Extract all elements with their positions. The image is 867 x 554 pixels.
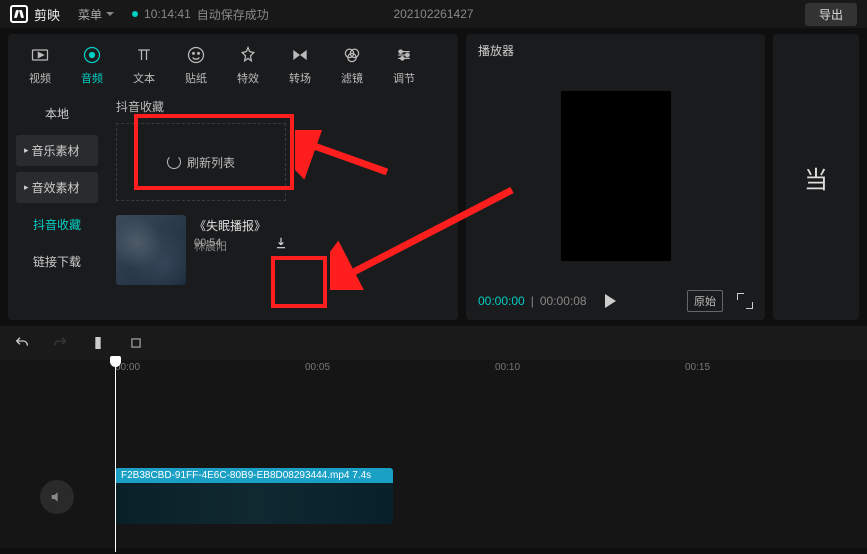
aspect-ratio-button[interactable]: 原始 (687, 290, 723, 312)
timeline-panel: 00:00 00:05 00:10 00:15 F2B38CBD-91FF-4E… (0, 326, 867, 548)
sidebar-item-label: 音效素材 (32, 179, 80, 196)
sidebar-item-sfx[interactable]: ▸音效素材 (16, 172, 98, 203)
section-title: 抖音收藏 (116, 98, 448, 115)
autosave-status: 10:14:41 自动保存成功 (132, 6, 269, 23)
time-sep: | (531, 294, 534, 308)
text-icon (133, 44, 155, 66)
media-tab-row: 视频 音频 文本 贴纸 特效 转场 滤镜 调节 (8, 34, 458, 92)
tab-label: 转场 (289, 70, 311, 86)
effect-icon (237, 44, 259, 66)
ruler-tick: 00:10 (495, 362, 520, 373)
undo-button[interactable] (12, 333, 32, 353)
tab-transition[interactable]: 转场 (276, 40, 324, 90)
sticker-icon (185, 44, 207, 66)
fullscreen-button[interactable] (737, 293, 753, 309)
filter-icon (341, 44, 363, 66)
player-panel: 播放器 00:00:00 | 00:00:08 原始 (466, 34, 765, 320)
content-area: 抖音收藏 刷新列表 《失眠播报》 林晨阳 00:54 (106, 92, 458, 320)
download-button[interactable] (270, 232, 292, 254)
video-icon (29, 44, 51, 66)
track-cover (116, 215, 186, 285)
menu-dropdown[interactable]: 菜单 (72, 4, 120, 25)
app-name: 剪映 (34, 5, 60, 24)
tab-label: 滤镜 (341, 70, 363, 86)
audio-icon (81, 44, 103, 66)
sidebar-item-label: 链接下载 (33, 253, 81, 270)
playhead[interactable] (115, 356, 116, 552)
properties-panel-stub: 当 (773, 34, 859, 320)
player-controls: 00:00:00 | 00:00:08 原始 (478, 284, 753, 312)
sidebar-item-local[interactable]: 本地 (16, 98, 98, 129)
player-title: 播放器 (478, 42, 753, 59)
tab-label: 音频 (81, 70, 103, 86)
redo-button (50, 333, 70, 353)
sidebar-item-music[interactable]: ▸音乐素材 (16, 135, 98, 166)
status-text: 自动保存成功 (197, 6, 269, 23)
app-logo (10, 5, 28, 23)
status-time: 10:14:41 (144, 7, 191, 21)
tab-adjust[interactable]: 调节 (380, 40, 428, 90)
tab-text[interactable]: 文本 (120, 40, 168, 90)
video-clip[interactable]: F2B38CBD-91FF-4E6C-80B9-EB8D08293444.mp4… (115, 468, 393, 524)
sidebar-item-label: 抖音收藏 (33, 216, 81, 233)
tab-video[interactable]: 视频 (16, 40, 64, 90)
clip-label: F2B38CBD-91FF-4E6C-80B9-EB8D08293444.mp4… (115, 468, 393, 483)
sidebar-item-label: 本地 (45, 105, 69, 122)
sidebar-item-label: 音乐素材 (32, 142, 80, 159)
tab-label: 贴纸 (185, 70, 207, 86)
audio-source-list: 本地 ▸音乐素材 ▸音效素材 抖音收藏 链接下载 (8, 92, 106, 320)
tab-label: 文本 (133, 70, 155, 86)
refresh-icon (167, 155, 181, 169)
refresh-list-button[interactable]: 刷新列表 (116, 123, 286, 201)
tab-effect[interactable]: 特效 (224, 40, 272, 90)
tab-audio[interactable]: 音频 (68, 40, 116, 90)
video-frame (561, 91, 671, 261)
time-current: 00:00:00 (478, 294, 525, 308)
refresh-label: 刷新列表 (187, 154, 235, 171)
media-panel: 视频 音频 文本 贴纸 特效 转场 滤镜 调节 本地 ▸音乐素材 ▸音效素材 抖… (8, 34, 458, 320)
export-button[interactable]: 导出 (805, 3, 857, 26)
timeline-toolbar (0, 326, 867, 360)
tab-label: 视频 (29, 70, 51, 86)
tab-sticker[interactable]: 贴纸 (172, 40, 220, 90)
track-mute-button[interactable] (40, 480, 74, 514)
caret-right-icon: ▸ (24, 182, 29, 193)
status-dot-icon (132, 11, 138, 17)
timeline-ruler[interactable]: 00:00 00:05 00:10 00:15 (0, 360, 867, 380)
sidebar-item-douyin-fav[interactable]: 抖音收藏 (16, 209, 98, 240)
adjust-icon (393, 44, 415, 66)
stub-text: 当 (804, 160, 828, 195)
tab-label: 调节 (393, 70, 415, 86)
track-duration: 00:54 (194, 237, 222, 249)
project-name: 202102261427 (393, 7, 473, 21)
tab-label: 特效 (237, 70, 259, 86)
menu-label: 菜单 (78, 6, 102, 23)
timeline-tracks[interactable]: F2B38CBD-91FF-4E6C-80B9-EB8D08293444.mp4… (0, 380, 867, 548)
split-button[interactable] (88, 333, 108, 353)
player-viewport[interactable] (478, 67, 753, 284)
sidebar-item-link-download[interactable]: 链接下载 (16, 246, 98, 277)
time-total: 00:00:08 (540, 294, 587, 308)
ruler-tick: 00:15 (685, 362, 710, 373)
play-button[interactable] (605, 294, 616, 308)
tab-filter[interactable]: 滤镜 (328, 40, 376, 90)
transition-icon (289, 44, 311, 66)
crop-button[interactable] (126, 333, 146, 353)
ruler-tick: 00:05 (305, 362, 330, 373)
caret-right-icon: ▸ (24, 145, 29, 156)
audio-track-item[interactable]: 《失眠播报》 林晨阳 00:54 (116, 215, 286, 254)
